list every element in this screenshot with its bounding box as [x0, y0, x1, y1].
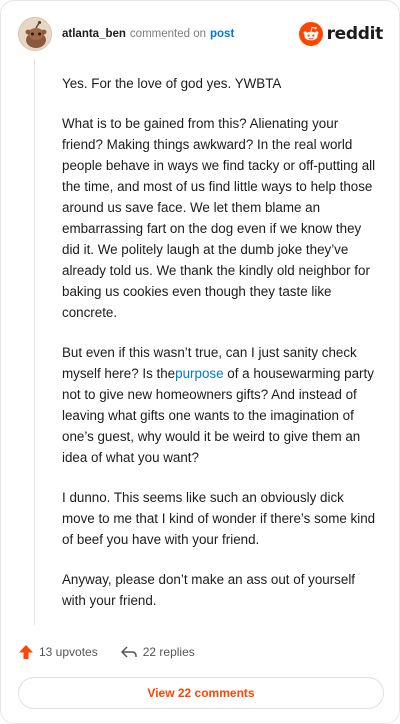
commented-on-text: commented on — [129, 28, 206, 40]
snoo-avatar-icon — [19, 18, 51, 50]
reddit-logo-icon — [298, 22, 323, 46]
comment-paragraph-3: But even if this wasn’t true, can I just… — [62, 342, 380, 468]
thread-line[interactable] — [34, 59, 35, 625]
upvote-arrow-icon — [19, 645, 33, 659]
comment-paragraph-2: What is to be gained from this? Alienati… — [62, 116, 376, 320]
reply-arrow-icon — [120, 646, 137, 658]
reddit-brand[interactable]: reddit — [298, 22, 384, 46]
username-link[interactable]: atlanta_ben — [62, 28, 126, 40]
reddit-wordmark: reddit — [326, 24, 384, 44]
comment-body: Yes. For the love of god yes. YWBTA What… — [62, 73, 380, 630]
comment-actions: 13 upvotes 22 replies — [18, 642, 383, 662]
post-link[interactable]: post — [210, 28, 234, 40]
upvote-button[interactable]: 13 upvotes — [18, 644, 98, 660]
comment-meta: atlanta_ben commented on post — [62, 28, 234, 40]
comment-paragraph-4: I dunno. This seems like such an obvious… — [62, 490, 376, 547]
comment-paragraph-5: Anyway, please don’t make an ass out of … — [62, 572, 356, 608]
comment-header: atlanta_ben commented on post reddit — [18, 17, 383, 51]
reply-button[interactable]: 22 replies — [120, 644, 195, 660]
reply-count: 22 replies — [142, 645, 195, 659]
comment-paragraph-1: Yes. For the love of god yes. YWBTA — [62, 76, 282, 91]
view-comments-button[interactable]: View 22 comments — [18, 677, 384, 709]
avatar[interactable] — [18, 17, 52, 51]
comment-card: atlanta_ben commented on post reddit Yes… — [0, 0, 400, 724]
purpose-link[interactable]: purpose — [175, 366, 223, 381]
upvote-count: 13 upvotes — [39, 645, 98, 659]
